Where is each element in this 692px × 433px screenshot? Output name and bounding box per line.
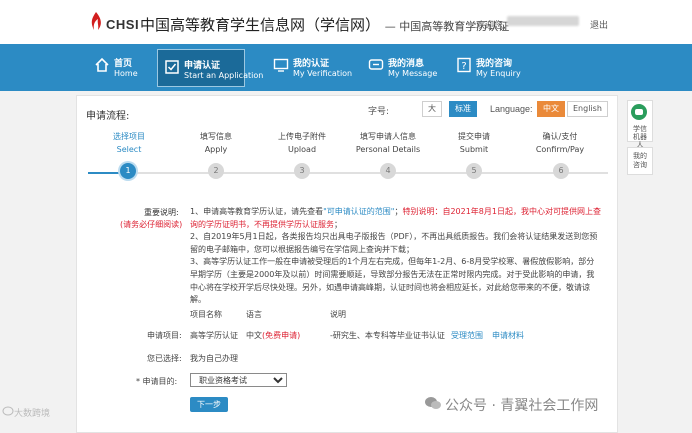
- next-button[interactable]: 下一步: [190, 397, 228, 412]
- nav-my-message[interactable]: 我的消息 My Message: [362, 48, 437, 88]
- robot-label: 学信机器人: [633, 125, 647, 149]
- nav-home-label: 首页: [114, 59, 133, 69]
- chosen-label: 您已选择:: [147, 354, 182, 363]
- chsi-logo[interactable]: CHSI: [84, 10, 144, 36]
- font-large-button[interactable]: 大: [422, 101, 442, 117]
- site-title-main: 中国高等教育学生信息网（学信网）: [140, 16, 381, 34]
- nav-home-sublabel: Home: [114, 69, 138, 78]
- step-2-title: 填写信息: [200, 132, 232, 141]
- step-6-circle: 6: [553, 163, 569, 179]
- step-3-circle: 3: [294, 163, 310, 179]
- step-4-sub: Personal Details: [355, 145, 421, 154]
- notice-text: 1、申请高等教育学历认证，请先查看"可申请认证的范围"；特别说明：自2021年8…: [190, 206, 602, 307]
- notice-item-1: 1、申请高等教育学历认证，请先查看"可申请认证的范围"；特别说明：自2021年8…: [190, 207, 601, 229]
- nav-home[interactable]: 首页 Home: [88, 48, 144, 88]
- notice-label: 重要说明:: [144, 208, 179, 217]
- project-language: 中文(免费申请): [246, 331, 301, 340]
- step-5-title: 提交申请: [458, 132, 490, 141]
- torch-icon: [91, 12, 101, 30]
- nav-start-label: 申请认证: [184, 61, 221, 71]
- font-size-label: 字号:: [368, 107, 390, 117]
- language-label: Language:: [490, 104, 533, 114]
- nav-message-label: 我的消息: [388, 59, 425, 69]
- chat-bubble-icon: [2, 406, 14, 416]
- project-description: -研究生、本专科等毕业证书认证: [330, 331, 445, 340]
- message-icon: [368, 59, 384, 70]
- step-2-circle: 2: [208, 163, 224, 179]
- step-4-title: 填写申请人信息: [360, 132, 416, 141]
- progress-track: [88, 172, 608, 174]
- step-5-circle: 5: [466, 163, 482, 179]
- monitor-icon: [273, 58, 289, 72]
- nav-enquiry-sublabel: My Enquiry: [476, 69, 521, 78]
- notice-sublabel: (请务必仔细阅读): [120, 220, 183, 229]
- chosen-value: 我为自己办理: [190, 354, 238, 363]
- step-3-sub: Upload: [287, 145, 317, 154]
- consult-label: 我的咨询: [633, 152, 647, 169]
- process-title: 申请流程:: [86, 111, 130, 122]
- step-6-title: 确认/支付: [542, 132, 578, 141]
- step-3-title: 上传电子附件: [278, 132, 326, 141]
- nav-enquiry-label: 我的咨询: [476, 59, 513, 69]
- col-lang-header: 语言: [246, 310, 262, 319]
- svg-text:?: ?: [461, 61, 466, 72]
- step-1-circle: 1: [120, 163, 136, 179]
- step-1-sub: Select: [116, 145, 142, 154]
- col-desc-header: 说明: [330, 310, 346, 319]
- logout-link[interactable]: 退出: [590, 18, 608, 31]
- scope-link[interactable]: "可申请认证的范围": [323, 207, 394, 216]
- step-5-sub: Submit: [459, 145, 489, 154]
- col-project-header: 项目名称: [190, 310, 222, 319]
- question-icon: ?: [457, 57, 471, 73]
- purpose-label: * 申请目的:: [136, 377, 178, 386]
- notice-item-3: 3、高等学历认证工作一般在申请被受理后的1个月左右完成，但每年1-2月、6-8月…: [190, 257, 595, 305]
- step-2-sub: Apply: [204, 145, 228, 154]
- nav-my-enquiry[interactable]: ? 我的咨询 My Enquiry: [450, 48, 521, 88]
- nav-start-sublabel: Start an Application: [184, 71, 264, 80]
- materials-link[interactable]: 申请材料: [492, 330, 524, 341]
- lang-chinese-button[interactable]: 中文: [537, 101, 565, 117]
- welcome-text: 欢迎您,: [476, 21, 506, 31]
- project-name: 高等学历认证: [190, 331, 238, 340]
- purpose-select[interactable]: 职业资格考试: [190, 373, 287, 387]
- watermark-right: 公众号 · 青翼社会工作网: [445, 398, 599, 414]
- apply-project-label: 申请项目:: [147, 331, 182, 340]
- step-6-sub: Confirm/Pay: [535, 145, 585, 154]
- scope-link-2[interactable]: 受理范围: [451, 330, 483, 341]
- font-standard-button[interactable]: 标准: [449, 101, 477, 117]
- nav-message-sublabel: My Message: [388, 69, 438, 78]
- nav-start-application[interactable]: 申请认证 Start an Application: [157, 49, 263, 87]
- robot-icon: [631, 104, 647, 120]
- step-1-title: 选择项目: [113, 132, 145, 141]
- step-4-circle: 4: [380, 163, 396, 179]
- watermark-left: 大数跨境: [14, 409, 51, 419]
- consult-widget[interactable]: 我的咨询: [627, 147, 653, 175]
- logo-text: CHSI: [106, 17, 140, 32]
- nav-verification-label: 我的认证: [293, 59, 330, 69]
- notice-item-2: 2、自2019年5月1日起，各类报告均只出具电子版报告（PDF），不再出具纸质报…: [190, 232, 598, 254]
- site-title: 中国高等教育学生信息网（学信网） — 中国高等教育学历认证: [140, 14, 509, 35]
- username-redacted: [507, 16, 579, 26]
- wechat-icon: [425, 397, 441, 409]
- home-icon: [95, 57, 109, 72]
- nav-my-verification[interactable]: 我的认证 My Verification: [267, 48, 352, 88]
- lang-english-button[interactable]: English: [567, 101, 608, 117]
- nav-verification-sublabel: My Verification: [293, 69, 353, 78]
- check-box-icon: [165, 60, 179, 74]
- free-badge: (免费申请): [262, 331, 301, 340]
- main-nav: 首页 Home 申请认证 Start an Application 我的认证 M…: [0, 44, 692, 91]
